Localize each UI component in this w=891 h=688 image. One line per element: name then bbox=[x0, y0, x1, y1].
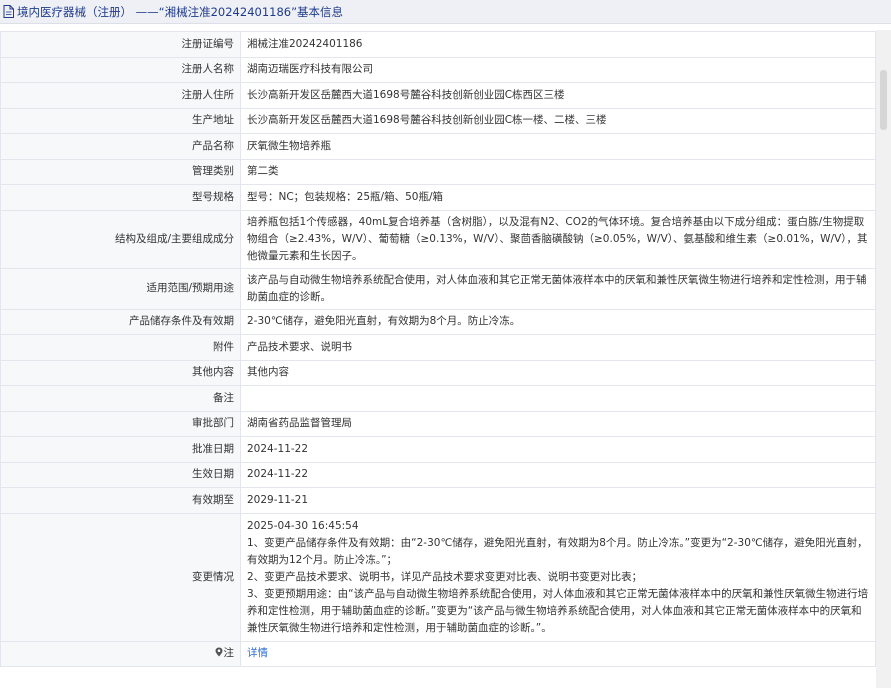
table-row: 注册人住所 长沙高新开发区岳麓西大道1698号麓谷科技创新创业园C栋西区三楼 bbox=[0, 82, 876, 109]
vertical-scrollbar[interactable] bbox=[876, 30, 891, 688]
row-label: 产品储存条件及有效期 bbox=[0, 308, 241, 335]
row-label: 生产地址 bbox=[0, 107, 241, 134]
table-row: 注 详情 bbox=[0, 640, 876, 667]
row-value: 2029-11-21 bbox=[240, 487, 876, 514]
row-value: 2024-11-22 bbox=[240, 461, 876, 488]
row-label: 附件 bbox=[0, 334, 241, 361]
row-label: 型号规格 bbox=[0, 184, 241, 211]
row-label: 注册人名称 bbox=[0, 56, 241, 83]
row-value: 2-30℃储存，避免阳光直射，有效期为8个月。防止冷冻。 bbox=[240, 308, 876, 335]
table-row: 结构及组成/主要组成成分 培养瓶包括1个传感器，40mL复合培养基（含树脂），以及… bbox=[0, 209, 876, 269]
table-row: 变更情况 2025-04-30 16:45:54 1、变更产品储存条件及有效期：… bbox=[0, 512, 876, 642]
note-label: 注 bbox=[223, 647, 235, 660]
row-label: 注册证编号 bbox=[0, 31, 241, 58]
page-header: 境内医疗器械（注册） ——“湘械注准20242401186”基本信息 bbox=[0, 0, 891, 24]
table-row: 注册人名称 湖南迈瑞医疗科技有限公司 bbox=[0, 56, 876, 83]
row-value bbox=[240, 385, 876, 412]
table-row: 附件 产品技术要求、说明书 bbox=[0, 334, 876, 361]
row-value: 湖南省药品监督管理局 bbox=[240, 410, 876, 437]
info-table: 注册证编号 湘械注准20242401186 注册人名称 湖南迈瑞医疗科技有限公司 注册人… bbox=[0, 31, 876, 667]
page-title: 境内医疗器械（注册） ——“湘械注准20242401186”基本信息 bbox=[17, 4, 344, 19]
row-label: 其他内容 bbox=[0, 359, 241, 386]
row-value: 长沙高新开发区岳麓西大道1698号麓谷科技创新创业园C栋一楼、二楼、三楼 bbox=[240, 107, 876, 134]
row-label: 注 bbox=[0, 640, 241, 667]
row-value: 长沙高新开发区岳麓西大道1698号麓谷科技创新创业园C栋西区三楼 bbox=[240, 82, 876, 109]
row-value: 详情 bbox=[240, 640, 876, 667]
table-row: 批准日期 2024-11-22 bbox=[0, 436, 876, 463]
row-value: 2024-11-22 bbox=[240, 436, 876, 463]
row-label: 备注 bbox=[0, 385, 241, 412]
table-row: 其他内容 其他内容 bbox=[0, 359, 876, 386]
change-history: 2025-04-30 16:45:54 1、变更产品储存条件及有效期：由“2-3… bbox=[240, 512, 876, 642]
row-label: 变更情况 bbox=[0, 512, 241, 642]
row-label: 批准日期 bbox=[0, 436, 241, 463]
scrollbar-thumb[interactable] bbox=[880, 70, 887, 130]
row-label: 生效日期 bbox=[0, 461, 241, 488]
row-label: 审批部门 bbox=[0, 410, 241, 437]
details-link[interactable]: 详情 bbox=[247, 647, 268, 659]
table-row: 生产地址 长沙高新开发区岳麓西大道1698号麓谷科技创新创业园C栋一楼、二楼、三楼 bbox=[0, 107, 876, 134]
row-label: 注册人住所 bbox=[0, 82, 241, 109]
table-row: 管理类别 第二类 bbox=[0, 158, 876, 185]
table-row: 产品名称 厌氧微生物培养瓶 bbox=[0, 133, 876, 160]
change-item: 3、变更预期用途：由“该产品与自动微生物培养系统配合使用，对人体血液和其它正常无… bbox=[247, 587, 869, 634]
table-row: 型号规格 型号：NC；包装规格：25瓶/箱、50瓶/箱 bbox=[0, 184, 876, 211]
table-row: 产品储存条件及有效期 2-30℃储存，避免阳光直射，有效期为8个月。防止冷冻。 bbox=[0, 308, 876, 335]
row-label: 适用范围/预期用途 bbox=[0, 267, 241, 310]
table-row: 适用范围/预期用途 该产品与自动微生物培养系统配合使用，对人体血液和其它正常无菌体… bbox=[0, 267, 876, 310]
row-value: 其他内容 bbox=[240, 359, 876, 386]
row-label: 有效期至 bbox=[0, 487, 241, 514]
table-row: 生效日期 2024-11-22 bbox=[0, 461, 876, 488]
table-row: 注册证编号 湘械注准20242401186 bbox=[0, 31, 876, 58]
table-row: 审批部门 湖南省药品监督管理局 bbox=[0, 410, 876, 437]
row-label: 管理类别 bbox=[0, 158, 241, 185]
row-value: 产品技术要求、说明书 bbox=[240, 334, 876, 361]
change-item: 1、变更产品储存条件及有效期：由“2-30℃储存，避免阳光直射，有效期为8个月。… bbox=[247, 536, 868, 566]
change-date: 2025-04-30 16:45:54 bbox=[247, 519, 359, 532]
row-value: 型号：NC；包装规格：25瓶/箱、50瓶/箱 bbox=[240, 184, 876, 211]
row-value: 厌氧微生物培养瓶 bbox=[240, 133, 876, 160]
change-item: 2、变更产品技术要求、说明书，详见产品技术要求变更对比表、说明书变更对比表； bbox=[247, 570, 643, 583]
location-pin-icon bbox=[215, 647, 222, 657]
document-icon bbox=[3, 5, 14, 18]
table-row: 有效期至 2029-11-21 bbox=[0, 487, 876, 514]
row-value: 湘械注准20242401186 bbox=[240, 31, 876, 58]
row-label: 产品名称 bbox=[0, 133, 241, 160]
row-value: 培养瓶包括1个传感器，40mL复合培养基（含树脂），以及混有N2、CO2的气体环… bbox=[240, 209, 876, 269]
row-label: 结构及组成/主要组成成分 bbox=[0, 209, 241, 269]
row-value: 湖南迈瑞医疗科技有限公司 bbox=[240, 56, 876, 83]
table-row: 备注 bbox=[0, 385, 876, 412]
row-value: 第二类 bbox=[240, 158, 876, 185]
row-value: 该产品与自动微生物培养系统配合使用，对人体血液和其它正常无菌体液样本中的厌氧和兼… bbox=[240, 267, 876, 310]
